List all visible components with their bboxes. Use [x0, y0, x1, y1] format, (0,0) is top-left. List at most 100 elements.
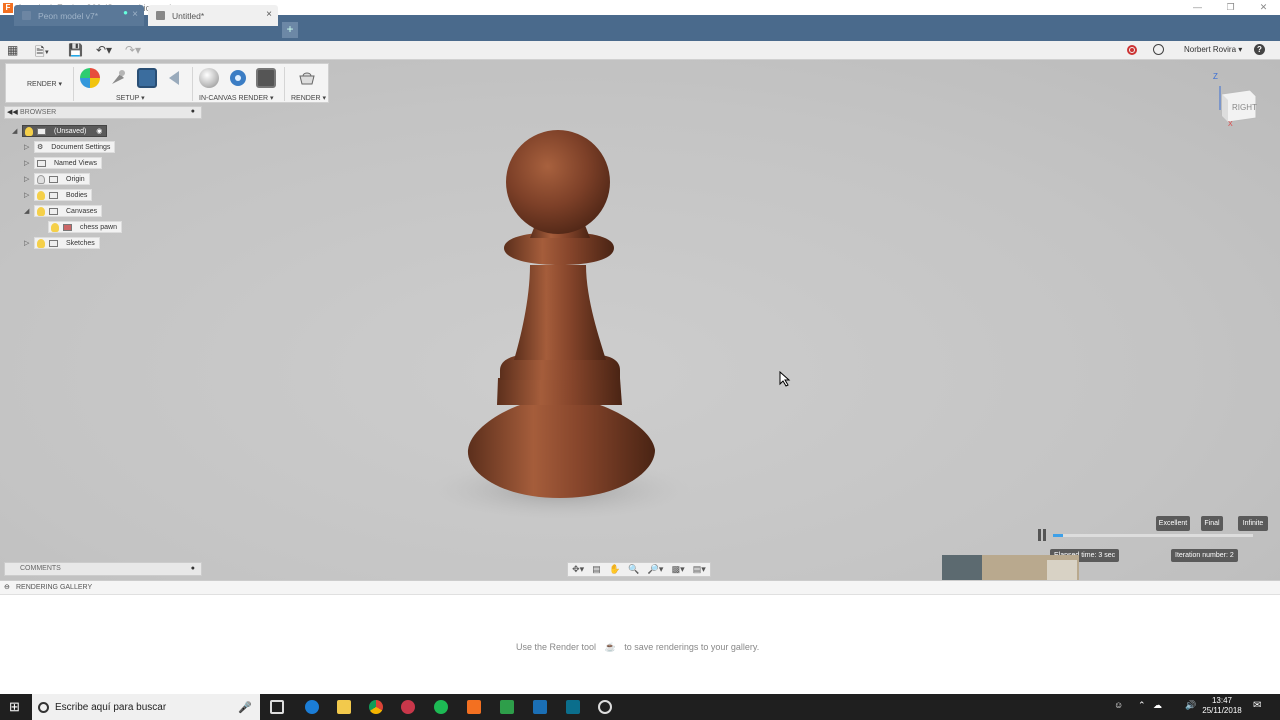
appearance-icon[interactable]: [80, 68, 100, 88]
expand-icon[interactable]: ▷: [24, 191, 34, 199]
undo-icon[interactable]: ↶▾: [96, 43, 112, 57]
rendering-gallery-header[interactable]: ⊖ RENDERING GALLERY: [0, 580, 1280, 595]
tray-chevron-icon[interactable]: ⌃: [1138, 700, 1146, 711]
collapse-gallery-icon[interactable]: ⊖: [4, 583, 10, 591]
app-icon[interactable]: [401, 700, 415, 714]
workspace-switcher[interactable]: RENDER ▾: [27, 80, 62, 88]
spotify-icon[interactable]: [434, 700, 448, 714]
render-group-label[interactable]: RENDER ▾: [291, 94, 326, 102]
pin-icon[interactable]: ●: [191, 108, 195, 115]
visibility-bulb-icon[interactable]: [37, 190, 45, 200]
minimize-icon[interactable]: —: [1181, 0, 1214, 15]
browser-panel-header[interactable]: ◀◀ BROWSER ●: [4, 106, 202, 119]
tab-close-icon[interactable]: ×: [132, 9, 138, 20]
expand-icon[interactable]: ▷: [24, 239, 34, 247]
expand-icon[interactable]: ▷: [24, 175, 34, 183]
app-grid-icon[interactable]: ▦: [7, 43, 18, 57]
browser-root[interactable]: ◢ (Unsaved) ◉: [12, 125, 108, 137]
orbit-icon[interactable]: ✥▾: [572, 564, 584, 575]
quality-final-button[interactable]: Final: [1201, 516, 1223, 531]
visibility-bulb-icon[interactable]: [37, 174, 45, 184]
tab-untitled[interactable]: Untitled* ×: [148, 5, 278, 26]
close-icon[interactable]: ✕: [1247, 0, 1280, 15]
app-icon[interactable]: [566, 700, 580, 714]
visibility-bulb-icon[interactable]: [37, 238, 45, 248]
job-status-icon[interactable]: [1153, 44, 1164, 55]
taskbar-search[interactable]: Escribe aquí para buscar 🎤: [32, 694, 260, 720]
browser-item-sketches[interactable]: ▷ Sketches: [24, 237, 100, 249]
collapse-icon[interactable]: ◀◀: [7, 108, 18, 116]
edge-icon[interactable]: [305, 700, 319, 714]
root-label: (Unsaved): [54, 127, 87, 135]
visibility-bulb-icon[interactable]: [37, 206, 45, 216]
texture-map-icon[interactable]: [137, 68, 157, 88]
record-icon[interactable]: [1127, 45, 1137, 55]
windows-start-icon[interactable]: ⊞: [9, 699, 20, 715]
expand-icon[interactable]: ▷: [24, 143, 34, 151]
comments-panel-header[interactable]: COMMENTS ●: [4, 562, 202, 576]
user-menu[interactable]: Norbert Rovira ▾: [1184, 45, 1242, 54]
grid-settings-icon[interactable]: ▤▾: [693, 564, 706, 575]
setup-group-label[interactable]: SETUP ▾: [116, 94, 145, 102]
render-progress-slider[interactable]: [1053, 534, 1253, 537]
gallery-empty-message: Use the Render tool ☕ to save renderings…: [516, 642, 760, 652]
cortana-icon: [38, 701, 49, 713]
render-teapot-icon: ☕: [604, 642, 616, 652]
zoom-icon[interactable]: 🔍: [628, 564, 639, 575]
restore-icon[interactable]: ❐: [1214, 0, 1247, 15]
save-icon[interactable]: 💾: [68, 43, 83, 57]
expand-icon[interactable]: ▷: [24, 159, 34, 167]
notifications-icon[interactable]: ✉: [1253, 700, 1261, 711]
new-tab-button[interactable]: +: [282, 22, 298, 38]
activate-icon[interactable]: ◉: [96, 127, 102, 135]
help-icon[interactable]: ?: [1254, 44, 1265, 55]
add-comment-icon[interactable]: ●: [191, 565, 195, 572]
chrome-icon[interactable]: [369, 700, 383, 714]
file-explorer-icon[interactable]: [337, 700, 351, 714]
decal-icon[interactable]: [166, 68, 186, 88]
folder-icon: [49, 239, 58, 247]
microphone-icon[interactable]: 🎤: [238, 701, 252, 714]
fit-icon[interactable]: 🔎▾: [648, 564, 664, 575]
render-teapot-icon[interactable]: [297, 68, 317, 88]
sync-icon: ●: [123, 8, 128, 17]
camtasia-icon[interactable]: [500, 700, 514, 714]
fusion-taskbar-icon[interactable]: [467, 700, 481, 714]
quality-infinite-button[interactable]: Infinite: [1238, 516, 1268, 531]
redo-icon[interactable]: ↷▾: [125, 43, 141, 57]
in-canvas-render-group-label[interactable]: IN-CANVAS RENDER ▾: [199, 94, 274, 102]
expand-icon[interactable]: ◢: [12, 127, 22, 135]
browser-item-chess-pawn[interactable]: chess pawn: [48, 221, 122, 233]
app-icon[interactable]: [533, 700, 547, 714]
browser-item-named-views[interactable]: ▷ Named Views: [24, 157, 103, 169]
browser-title: BROWSER: [20, 109, 57, 116]
comments-title: COMMENTS: [20, 565, 61, 572]
in-canvas-settings-icon[interactable]: [228, 68, 248, 88]
tab-peon-model[interactable]: Peon model v7* ● ×: [14, 5, 144, 26]
task-view-icon[interactable]: [270, 700, 284, 714]
pan-icon[interactable]: ✋: [609, 564, 620, 575]
viewcube[interactable]: Z RIGHT X: [1218, 73, 1258, 128]
in-canvas-render-icon[interactable]: [199, 68, 219, 88]
canvas-viewport[interactable]: [0, 60, 1280, 580]
display-settings-icon[interactable]: ▩▾: [672, 564, 685, 575]
visibility-bulb-icon[interactable]: [51, 222, 59, 232]
quality-excellent-button[interactable]: Excellent: [1156, 516, 1190, 531]
browser-item-bodies[interactable]: ▷ Bodies: [24, 189, 93, 201]
people-icon[interactable]: ☺: [1114, 700, 1123, 710]
browser-item-canvases[interactable]: ◢ Canvases: [24, 205, 103, 217]
render-progress-fill: [1053, 534, 1063, 537]
browser-item-origin[interactable]: ▷ Origin: [24, 173, 90, 185]
browser-item-document-settings[interactable]: ▷ ⚙ Document Settings: [24, 141, 116, 153]
expand-icon[interactable]: ◢: [24, 207, 34, 215]
visibility-bulb-icon[interactable]: [25, 126, 33, 136]
taskbar-clock[interactable]: 13:47 25/11/2018: [1200, 696, 1244, 716]
app-icon[interactable]: [598, 700, 612, 714]
volume-icon[interactable]: 🔊: [1185, 700, 1196, 711]
capture-image-icon[interactable]: [256, 68, 276, 88]
network-icon[interactable]: ☁: [1153, 700, 1162, 711]
pause-icon[interactable]: [1037, 529, 1047, 541]
tab-close-icon[interactable]: ×: [266, 9, 272, 20]
scene-settings-icon[interactable]: [108, 68, 128, 88]
look-at-icon[interactable]: ▤: [592, 564, 601, 575]
